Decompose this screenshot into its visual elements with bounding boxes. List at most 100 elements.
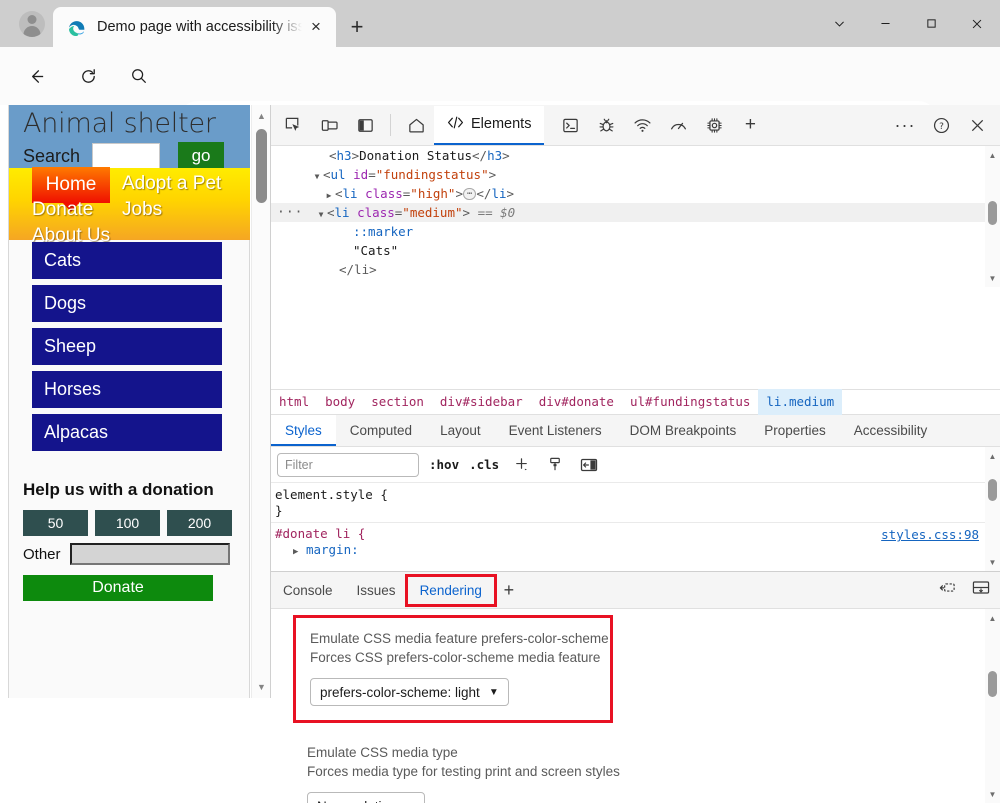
search-input[interactable] [92,143,160,169]
scroll-up-icon[interactable]: ▲ [252,107,271,125]
search-icon[interactable] [121,59,157,93]
css-rule-donate-li[interactable]: #donate li { ▶ margin: styles.css:98 [271,523,1000,560]
device-toolbar-icon[interactable] [311,106,347,144]
inspect-icon[interactable] [275,106,311,144]
dom-row[interactable]: ::marker [271,222,1000,241]
search-go-button[interactable]: go [178,142,224,170]
close-window-icon[interactable] [954,0,1000,47]
scroll-down-icon[interactable]: ▼ [985,271,1000,285]
donate-submit-button[interactable]: Donate [23,575,213,601]
sources-bug-icon[interactable] [588,106,624,144]
dom-row[interactable]: "Cats" [271,241,1000,260]
profile-button[interactable] [8,5,56,43]
breadcrumb-item-li-medium[interactable]: li.medium [758,389,842,415]
home-icon[interactable] [398,106,434,144]
nav-item-home[interactable]: Home [32,167,110,203]
element-style-block[interactable]: element.style { } [271,483,1000,523]
tab-event-listeners[interactable]: Event Listeners [495,415,616,446]
memory-chip-icon[interactable] [696,106,732,144]
dock-side-icon[interactable] [347,106,383,144]
scroll-down-icon[interactable]: ▼ [985,555,1000,569]
css-source-link[interactable]: styles.css:98 [881,527,979,543]
new-style-rule-icon[interactable] [509,454,533,476]
scroll-up-icon[interactable]: ▲ [985,449,1000,463]
dom-tree-scrollbar[interactable]: ▲ ▼ [985,146,1000,287]
scrollbar-thumb[interactable] [988,479,997,501]
new-tab-button[interactable]: + [342,13,372,41]
node-badge-icon[interactable]: ··· [277,203,303,222]
dom-row[interactable]: </li> [271,260,1000,279]
breadcrumb-item-donate[interactable]: div#donate [531,389,622,415]
tab-computed[interactable]: Computed [336,415,426,446]
more-tools-icon[interactable]: ··· [887,106,923,144]
close-tab-icon[interactable]: × [302,13,330,41]
breadcrumb-item-fundingstatus[interactable]: ul#fundingstatus [622,389,758,415]
restore-drawer-icon[interactable] [938,579,957,601]
breadcrumb-item-sidebar[interactable]: div#sidebar [432,389,531,415]
hov-toggle[interactable]: :hov [429,457,459,472]
tab-issues[interactable]: Issues [345,577,408,604]
cls-toggle[interactable]: .cls [469,457,499,472]
performance-gauge-icon[interactable] [660,106,696,144]
tab-properties[interactable]: Properties [750,415,840,446]
scroll-up-icon[interactable]: ▲ [985,148,1000,162]
minimize-icon[interactable] [862,0,908,47]
breadcrumb-item-body[interactable]: body [317,389,363,415]
close-devtools-icon[interactable] [959,106,995,144]
amount-button-200[interactable]: 200 [167,510,232,536]
scroll-down-icon[interactable]: ▼ [252,678,271,696]
network-wifi-icon[interactable] [624,106,660,144]
page-scrollbar[interactable]: ▲ ▼ [251,105,270,698]
category-item[interactable]: Alpacas [32,414,222,451]
scrollbar-thumb[interactable] [256,129,267,203]
drawer-tab-bar[interactable]: Console Issues Rendering + [271,571,1000,609]
browser-tab[interactable]: Demo page with accessibility issu × [53,7,336,47]
scrollbar-thumb[interactable] [988,671,997,697]
tab-styles[interactable]: Styles [271,415,336,446]
tab-dom-breakpoints[interactable]: DOM Breakpoints [616,415,751,446]
maximize-icon[interactable] [908,0,954,47]
toggle-sidebar-icon[interactable] [577,454,601,476]
tab-actions-chevron-down-icon[interactable] [816,0,862,47]
tab-rendering[interactable]: Rendering [408,577,494,604]
scrollbar-thumb[interactable] [988,201,997,225]
expand-ellipsis-icon[interactable]: ⋯ [463,188,476,200]
amount-button-100[interactable]: 100 [95,510,160,536]
breadcrumb[interactable]: html body section div#sidebar div#donate… [271,389,1000,415]
tab-console[interactable]: Console [271,577,345,604]
rendering-scrollbar[interactable]: ▲ ▼ [985,609,1000,803]
breadcrumb-item-section[interactable]: section [363,389,432,415]
add-panel-button[interactable]: + [732,106,768,144]
media-type-select[interactable]: No emulation ▼ [307,792,425,803]
reload-button[interactable] [70,59,106,93]
category-item[interactable]: Cats [32,242,222,279]
nav-item-jobs[interactable]: Jobs [122,199,162,221]
styles-filter-input[interactable]: Filter [277,453,419,477]
css-property-name[interactable]: margin: [306,542,359,557]
tab-elements[interactable]: Elements [434,106,544,145]
dom-tree[interactable]: <h3>Donation Status</h3> ▼<ul id="fundin… [271,146,1000,287]
nav-item-adopt[interactable]: Adopt a Pet [122,173,221,195]
computed-styles-icon[interactable] [543,454,567,476]
tab-accessibility[interactable]: Accessibility [840,415,942,446]
back-button[interactable] [18,59,54,93]
help-icon[interactable]: ? [923,106,959,144]
amount-button-50[interactable]: 50 [23,510,88,536]
styles-scrollbar[interactable]: ▲ ▼ [985,447,1000,571]
other-amount-input[interactable] [70,543,230,565]
dom-row-selected[interactable]: ··· ▼<li class="medium"> == $0 [271,203,1000,222]
scroll-up-icon[interactable]: ▲ [985,611,1000,625]
console-icon[interactable] [552,106,588,144]
styles-sidebar-tabs[interactable]: Styles Computed Layout Event Listeners D… [271,415,1000,447]
tab-layout[interactable]: Layout [426,415,495,446]
category-item[interactable]: Dogs [32,285,222,322]
add-drawer-tab-button[interactable]: + [494,577,524,604]
prefers-color-scheme-select[interactable]: prefers-color-scheme: light ▼ [310,678,509,706]
nav-item-donate[interactable]: Donate [32,199,93,221]
dom-row[interactable]: ▼<ul id="fundingstatus"> [271,165,1000,184]
dom-row[interactable]: ▶<li class="high">⋯</li> [271,184,1000,203]
dock-drawer-icon[interactable] [971,579,991,601]
breadcrumb-item-html[interactable]: html [271,389,317,415]
category-item[interactable]: Sheep [32,328,222,365]
dom-row[interactable]: <h3>Donation Status</h3> [271,146,1000,165]
